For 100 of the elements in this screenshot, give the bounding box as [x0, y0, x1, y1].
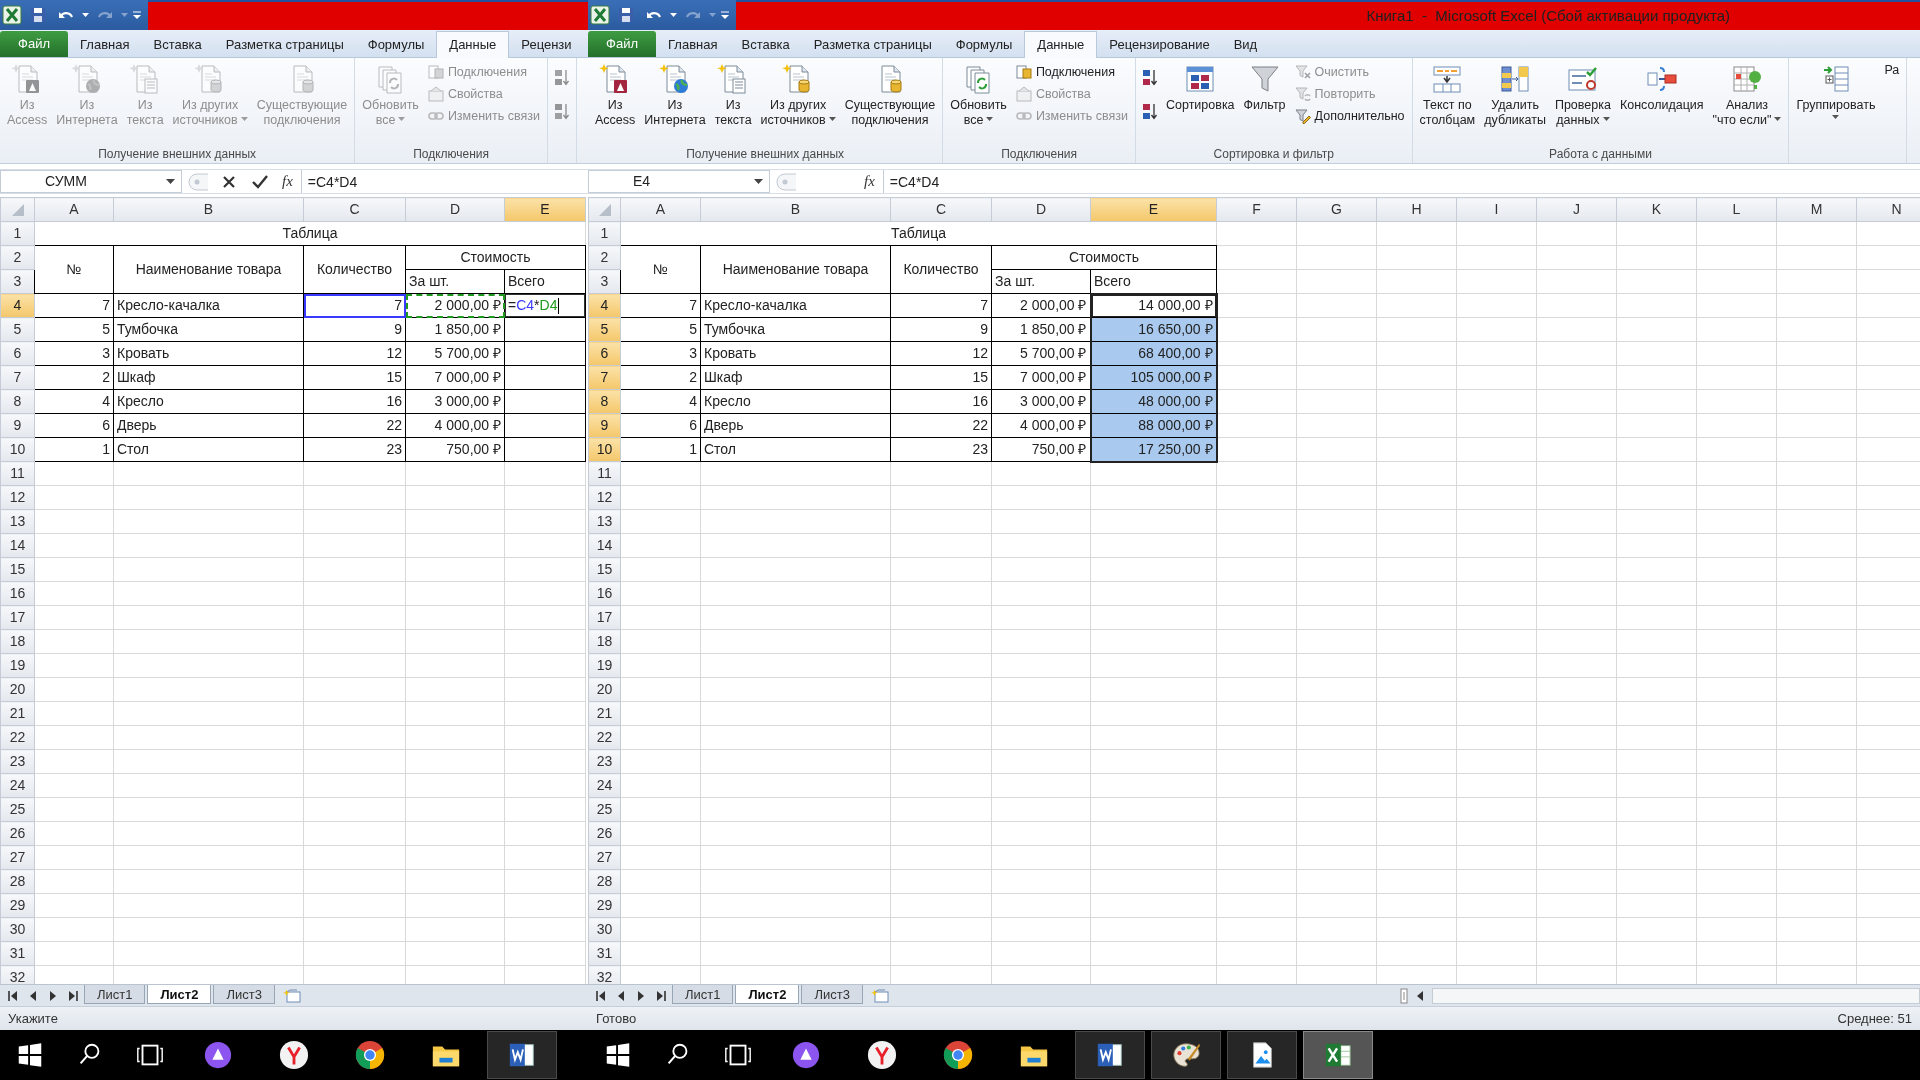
row-header[interactable]: 10 — [0, 437, 35, 462]
row-header[interactable]: 10 — [588, 437, 621, 462]
row-header[interactable]: 19 — [0, 653, 35, 678]
ribbon-tab[interactable]: Данные — [1024, 31, 1098, 58]
column-header[interactable]: C — [890, 197, 992, 222]
row-header[interactable]: 29 — [588, 893, 621, 918]
row-header[interactable]: 28 — [0, 869, 35, 894]
row-header[interactable]: 24 — [0, 773, 35, 798]
row-header[interactable]: 23 — [588, 749, 621, 774]
column-header[interactable]: C — [303, 197, 406, 222]
row-header[interactable]: 11 — [588, 461, 621, 486]
row-header[interactable]: 15 — [0, 557, 35, 582]
row-header[interactable]: 8 — [0, 389, 35, 414]
sheet-tab[interactable]: Лист1 — [84, 984, 146, 1004]
row-header[interactable]: 12 — [588, 485, 621, 510]
column-header[interactable]: H — [1376, 197, 1457, 222]
ribbon-tab[interactable]: Разметка страницы — [801, 32, 944, 57]
sheet-tab[interactable]: Лист2 — [147, 984, 212, 1004]
ribbon-tab[interactable]: Главная — [68, 32, 142, 57]
row-header[interactable]: 22 — [588, 725, 621, 750]
column-header[interactable]: K — [1616, 197, 1697, 222]
row-header[interactable]: 4 — [588, 293, 621, 318]
row-header[interactable]: 21 — [588, 701, 621, 726]
row-header[interactable]: 16 — [0, 581, 35, 606]
sheet-tab[interactable]: Лист3 — [801, 984, 863, 1004]
row-header[interactable]: 17 — [0, 605, 35, 630]
ribbon-button[interactable]: Ра — [1880, 60, 1904, 81]
column-header[interactable]: I — [1456, 197, 1537, 222]
row-header[interactable]: 24 — [588, 773, 621, 798]
column-header[interactable]: F — [1216, 197, 1297, 222]
ribbon-button[interactable]: Обновить все — [946, 60, 1011, 131]
row-header[interactable]: 7 — [0, 365, 35, 390]
row-header[interactable]: 19 — [588, 653, 621, 678]
column-header[interactable]: A — [34, 197, 114, 222]
ribbon-tab[interactable]: Формулы — [943, 32, 1025, 57]
column-header[interactable]: E — [1090, 197, 1217, 222]
column-header[interactable]: M — [1776, 197, 1857, 222]
row-header[interactable]: 23 — [0, 749, 35, 774]
column-header[interactable]: D — [991, 197, 1091, 222]
row-header[interactable]: 14 — [0, 533, 35, 558]
row-header[interactable]: 21 — [0, 701, 35, 726]
row-header[interactable]: 20 — [588, 677, 621, 702]
row-header[interactable]: 11 — [0, 461, 35, 486]
row-header[interactable]: 12 — [0, 485, 35, 510]
taskbar-button[interactable] — [1151, 1031, 1221, 1079]
row-header[interactable]: 1 — [588, 221, 621, 246]
ribbon-tab[interactable]: Вставка — [729, 32, 802, 57]
row-header[interactable]: 13 — [588, 509, 621, 534]
row-header[interactable]: 16 — [588, 581, 621, 606]
horizontal-scrollbar[interactable] — [1432, 987, 1920, 1004]
row-header[interactable]: 3 — [0, 269, 35, 294]
row-header[interactable]: 9 — [588, 413, 621, 438]
ribbon-button[interactable]: Дополнительно — [1290, 105, 1409, 127]
file-tab[interactable]: Файл — [0, 31, 68, 57]
column-header[interactable]: A — [620, 197, 701, 222]
row-header[interactable]: 5 — [0, 317, 35, 342]
row-header[interactable]: 27 — [588, 845, 621, 870]
row-header[interactable]: 6 — [0, 341, 35, 366]
row-header[interactable]: 30 — [588, 917, 621, 942]
row-header[interactable]: 31 — [588, 941, 621, 966]
row-header[interactable]: 30 — [0, 917, 35, 942]
row-header[interactable]: 2 — [588, 245, 621, 270]
row-header[interactable]: 15 — [588, 557, 621, 582]
row-header[interactable]: 7 — [588, 365, 621, 390]
ribbon-tab[interactable]: Рецензи — [509, 32, 584, 57]
row-header[interactable]: 31 — [0, 941, 35, 966]
taskbar-button[interactable] — [1075, 1031, 1145, 1079]
ribbon-button[interactable]: Фильтр — [1239, 60, 1290, 116]
ribbon-tab[interactable]: Главная — [656, 32, 730, 57]
row-header[interactable]: 22 — [0, 725, 35, 750]
ribbon-button[interactable]: Из Интернета — [640, 60, 710, 131]
row-header[interactable]: 6 — [588, 341, 621, 366]
ribbon-button[interactable]: Из других источников — [756, 60, 840, 131]
column-header[interactable]: J — [1536, 197, 1617, 222]
row-header[interactable]: 29 — [0, 893, 35, 918]
sheet-tab[interactable]: Лист1 — [672, 984, 734, 1004]
ribbon-button[interactable]: Существующие подключения — [840, 60, 940, 131]
row-header[interactable]: 9 — [0, 413, 35, 438]
taskbar-button[interactable] — [487, 1031, 557, 1079]
taskbar-button[interactable] — [1227, 1031, 1297, 1079]
row-header[interactable]: 8 — [588, 389, 621, 414]
ribbon-button[interactable]: Анализ "что если" — [1708, 60, 1786, 131]
ribbon-button[interactable]: Текст по столбцам — [1415, 60, 1480, 131]
insert-function-button[interactable]: fx — [280, 170, 295, 193]
row-header[interactable]: 20 — [0, 677, 35, 702]
ribbon-button[interactable]: Консолидация — [1615, 60, 1708, 116]
formula-field[interactable]: =C4*D4 — [882, 170, 1920, 193]
ribbon-button[interactable]: Подключения — [1011, 61, 1132, 83]
column-header[interactable]: B — [700, 197, 891, 222]
row-header[interactable]: 26 — [588, 821, 621, 846]
cell-editor[interactable]: =C4*D4 — [504, 293, 586, 318]
ribbon-tab[interactable]: Вставка — [141, 32, 214, 57]
row-header[interactable]: 25 — [588, 797, 621, 822]
row-header[interactable]: 2 — [0, 245, 35, 270]
row-header[interactable]: 25 — [0, 797, 35, 822]
sheet-tab[interactable]: Лист2 — [735, 984, 800, 1004]
row-header[interactable]: 14 — [588, 533, 621, 558]
ribbon-button[interactable]: Из Access — [591, 60, 640, 131]
column-header[interactable]: E — [504, 197, 586, 222]
ribbon-tab[interactable]: Вид — [1221, 32, 1270, 57]
